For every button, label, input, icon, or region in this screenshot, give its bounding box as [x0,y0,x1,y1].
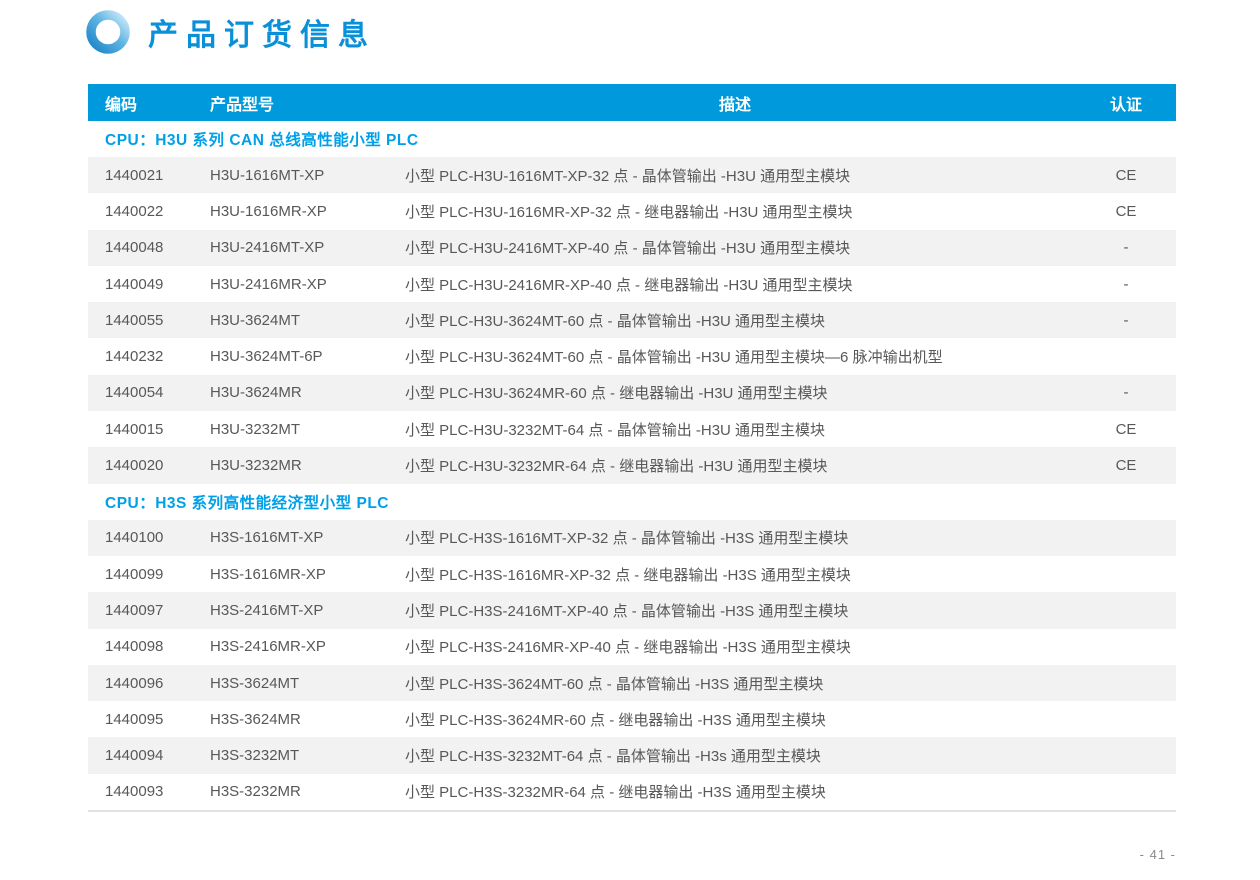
cell-desc: 小型 PLC-H3U-3232MR-64 点 - 继电器输出 -H3U 通用型主… [390,455,1080,476]
cell-desc: 小型 PLC-H3U-2416MR-XP-40 点 - 继电器输出 -H3U 通… [390,274,1080,295]
cell-code: 1440021 [88,167,195,184]
table-row: 1440054H3U-3624MR小型 PLC-H3U-3624MR-60 点 … [88,375,1176,411]
cell-desc: 小型 PLC-H3U-1616MT-XP-32 点 - 晶体管输出 -H3U 通… [390,165,1080,186]
catalog-page: 产品订货信息 编码 产品型号 描述 认证 CPU：H3U 系列 CAN 总线高性… [0,0,1260,880]
section-title: CPU：H3U 系列 CAN 总线高性能小型 PLC [88,121,1176,157]
cell-code: 1440094 [88,747,195,764]
cell-cert: - [1080,239,1176,256]
cell-cert: CE [1080,457,1176,474]
cell-code: 1440099 [88,566,195,583]
table-header-row: 编码 产品型号 描述 认证 [88,84,1176,121]
cell-desc: 小型 PLC-H3S-3232MT-64 点 - 晶体管输出 -H3s 通用型主… [390,745,1080,766]
cell-desc: 小型 PLC-H3S-2416MT-XP-40 点 - 晶体管输出 -H3S 通… [390,600,1080,621]
cell-desc: 小型 PLC-H3S-1616MT-XP-32 点 - 晶体管输出 -H3S 通… [390,527,1080,548]
table-row: 1440055H3U-3624MT小型 PLC-H3U-3624MT-60 点 … [88,302,1176,338]
col-header-code: 编码 [88,91,195,115]
col-header-cert: 认证 [1080,91,1176,115]
table-row: 1440095H3S-3624MR小型 PLC-H3S-3624MR-60 点 … [88,701,1176,737]
table-row: 1440093H3S-3232MR小型 PLC-H3S-3232MR-64 点 … [88,774,1176,810]
table-row: 1440049H3U-2416MR-XP小型 PLC-H3U-2416MR-XP… [88,266,1176,302]
cell-model: H3S-2416MR-XP [195,638,390,655]
order-info-table: 编码 产品型号 描述 认证 CPU：H3U 系列 CAN 总线高性能小型 PLC… [88,84,1176,812]
table-row: 1440097H3S-2416MT-XP小型 PLC-H3S-2416MT-XP… [88,592,1176,628]
table-row: 1440098H3S-2416MR-XP小型 PLC-H3S-2416MR-XP… [88,629,1176,665]
table-row: 1440015H3U-3232MT小型 PLC-H3U-3232MT-64 点 … [88,411,1176,447]
cell-model: H3U-3624MR [195,384,390,401]
cell-cert: - [1080,312,1176,329]
cell-code: 1440100 [88,529,195,546]
cell-cert: - [1080,384,1176,401]
cell-desc: 小型 PLC-H3U-3624MR-60 点 - 继电器输出 -H3U 通用型主… [390,382,1080,403]
cell-model: H3S-3624MR [195,711,390,728]
cell-code: 1440097 [88,602,195,619]
cell-desc: 小型 PLC-H3U-2416MT-XP-40 点 - 晶体管输出 -H3U 通… [390,237,1080,258]
col-header-model: 产品型号 [195,91,390,115]
col-header-description: 描述 [390,91,1080,115]
cell-code: 1440022 [88,203,195,220]
cell-code: 1440232 [88,348,195,365]
table-row: 1440232H3U-3624MT-6P小型 PLC-H3U-3624MT-60… [88,338,1176,374]
cell-model: H3S-3232MR [195,783,390,800]
cell-model: H3S-1616MR-XP [195,566,390,583]
cell-model: H3U-2416MT-XP [195,239,390,256]
table-row: 1440021H3U-1616MT-XP小型 PLC-H3U-1616MT-XP… [88,157,1176,193]
cell-desc: 小型 PLC-H3U-3624MT-60 点 - 晶体管输出 -H3U 通用型主… [390,346,1080,367]
cell-desc: 小型 PLC-H3S-2416MR-XP-40 点 - 继电器输出 -H3S 通… [390,636,1080,657]
cell-code: 1440096 [88,675,195,692]
cell-model: H3U-1616MT-XP [195,167,390,184]
cell-code: 1440015 [88,421,195,438]
cell-model: H3U-3232MR [195,457,390,474]
table-body: CPU：H3U 系列 CAN 总线高性能小型 PLC1440021H3U-161… [88,121,1176,810]
cell-desc: 小型 PLC-H3S-3624MT-60 点 - 晶体管输出 -H3S 通用型主… [390,673,1080,694]
cell-model: H3S-3232MT [195,747,390,764]
table-row: 1440022H3U-1616MR-XP小型 PLC-H3U-1616MR-XP… [88,193,1176,229]
cell-code: 1440055 [88,312,195,329]
cell-model: H3U-3232MT [195,421,390,438]
cell-code: 1440093 [88,783,195,800]
table-row: 1440048H3U-2416MT-XP小型 PLC-H3U-2416MT-XP… [88,230,1176,266]
table-row: 1440094H3S-3232MT小型 PLC-H3S-3232MT-64 点 … [88,737,1176,773]
cell-cert: CE [1080,421,1176,438]
cell-cert: CE [1080,203,1176,220]
cell-cert: CE [1080,167,1176,184]
cell-cert: - [1080,276,1176,293]
cell-model: H3U-3624MT [195,312,390,329]
cell-desc: 小型 PLC-H3U-3624MT-60 点 - 晶体管输出 -H3U 通用型主… [390,310,1080,331]
ring-icon [84,8,132,56]
cell-desc: 小型 PLC-H3S-3232MR-64 点 - 继电器输出 -H3S 通用型主… [390,781,1080,802]
page-header: 产品订货信息 [84,8,376,56]
cell-code: 1440054 [88,384,195,401]
cell-code: 1440098 [88,638,195,655]
cell-model: H3S-1616MT-XP [195,529,390,546]
cell-desc: 小型 PLC-H3U-1616MR-XP-32 点 - 继电器输出 -H3U 通… [390,201,1080,222]
table-row: 1440096H3S-3624MT小型 PLC-H3S-3624MT-60 点 … [88,665,1176,701]
cell-code: 1440020 [88,457,195,474]
table-row: 1440100H3S-1616MT-XP小型 PLC-H3S-1616MT-XP… [88,520,1176,556]
cell-model: H3S-3624MT [195,675,390,692]
cell-code: 1440095 [88,711,195,728]
cell-model: H3S-2416MT-XP [195,602,390,619]
table-row: 1440020H3U-3232MR小型 PLC-H3U-3232MR-64 点 … [88,447,1176,483]
page-number: - 41 - [1140,847,1176,862]
cell-desc: 小型 PLC-H3S-1616MR-XP-32 点 - 继电器输出 -H3S 通… [390,564,1080,585]
cell-code: 1440049 [88,276,195,293]
cell-desc: 小型 PLC-H3U-3232MT-64 点 - 晶体管输出 -H3U 通用型主… [390,419,1080,440]
cell-desc: 小型 PLC-H3S-3624MR-60 点 - 继电器输出 -H3S 通用型主… [390,709,1080,730]
cell-model: H3U-1616MR-XP [195,203,390,220]
cell-model: H3U-2416MR-XP [195,276,390,293]
cell-code: 1440048 [88,239,195,256]
table-row: 1440099H3S-1616MR-XP小型 PLC-H3S-1616MR-XP… [88,556,1176,592]
section-title: CPU：H3S 系列高性能经济型小型 PLC [88,484,1176,520]
cell-model: H3U-3624MT-6P [195,348,390,365]
page-title: 产品订货信息 [148,10,376,54]
